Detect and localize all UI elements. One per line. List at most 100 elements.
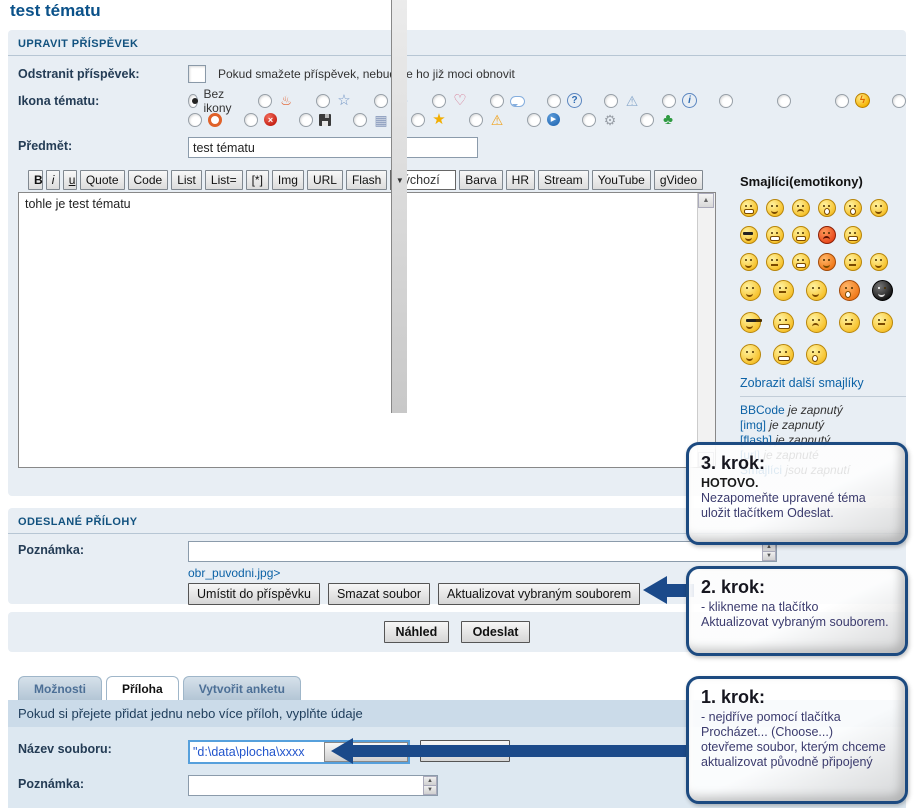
- tab-vytvořit-anketu[interactable]: Vytvořit anketu: [183, 676, 301, 700]
- scroll-up-icon[interactable]: ▲: [698, 193, 714, 208]
- smiley-bomb-icon[interactable]: [872, 280, 893, 301]
- radio-smiley-green[interactable]: [777, 94, 791, 108]
- smiley-inlove-icon[interactable]: [740, 344, 761, 365]
- attach-note-down-icon[interactable]: ▼: [423, 785, 437, 795]
- bbcode-img-button[interactable]: Img: [272, 170, 304, 190]
- topic-icon-option-flash[interactable]: [835, 93, 870, 108]
- smiley-blush-icon[interactable]: [839, 280, 860, 301]
- radio-play[interactable]: [527, 113, 541, 127]
- chevron-down-icon[interactable]: ▼: [391, 0, 407, 413]
- bbcode-code-button[interactable]: Code: [128, 170, 169, 190]
- radio-lifebuoy[interactable]: [188, 113, 202, 127]
- topic-icon-option-floppy[interactable]: [299, 113, 331, 127]
- topic-icon-option-smiley-wink[interactable]: [719, 93, 755, 109]
- font-style-select[interactable]: Výchozí▼: [390, 170, 456, 190]
- radio-cross[interactable]: [244, 113, 258, 127]
- bbcode-b-button[interactable]: B: [28, 170, 43, 190]
- smiley-biggrin-icon[interactable]: [740, 199, 758, 217]
- radio-fire[interactable]: [258, 94, 272, 108]
- update-file-button[interactable]: Aktualizovat vybraným souborem: [438, 583, 640, 605]
- radio-warning[interactable]: [469, 113, 483, 127]
- bbcode-u-button[interactable]: u: [63, 170, 77, 190]
- more-smilies-link[interactable]: Zobrazit další smajlíky: [740, 376, 906, 390]
- bbcode-url-button[interactable]: URL: [307, 170, 343, 190]
- bbcode-barva-button[interactable]: Barva: [459, 170, 502, 190]
- preview-button[interactable]: Náhled: [384, 621, 450, 643]
- radio-floppy[interactable]: [299, 113, 313, 127]
- submit-button[interactable]: Odeslat: [461, 621, 531, 643]
- message-editor[interactable]: tohle je test tématu ▲ ▼: [18, 192, 716, 468]
- radio-smiley-wink[interactable]: [719, 94, 733, 108]
- editor-scrollbar[interactable]: ▲ ▼: [697, 193, 715, 467]
- note-scroll-down-icon[interactable]: ▼: [762, 551, 776, 561]
- topic-icon-option-gear[interactable]: [582, 112, 618, 128]
- place-inline-button[interactable]: Umístit do příspěvku: [188, 583, 320, 605]
- smiley-worried-icon[interactable]: [806, 312, 827, 333]
- radio-gear[interactable]: [582, 113, 596, 127]
- smiley-redface-icon[interactable]: [740, 253, 758, 271]
- radio-no-icon[interactable]: [188, 94, 198, 108]
- bbcode-stream-button[interactable]: Stream: [538, 170, 589, 190]
- bbcode-hr-button[interactable]: HR: [506, 170, 535, 190]
- smiley-sad-icon[interactable]: [792, 199, 810, 217]
- smiley-mad-icon[interactable]: [818, 226, 836, 244]
- smiley-singing-icon[interactable]: [806, 344, 827, 365]
- radio-tree[interactable]: [640, 113, 654, 127]
- radio-question[interactable]: [547, 94, 561, 108]
- tab-příloha[interactable]: Příloha: [106, 676, 179, 700]
- radio-calendar[interactable]: [353, 113, 367, 127]
- subject-input[interactable]: [188, 137, 478, 158]
- smiley-robot-icon[interactable]: [740, 312, 761, 333]
- filename-input[interactable]: [190, 742, 324, 762]
- delete-post-checkbox[interactable]: [188, 65, 206, 83]
- smiley-neutral-icon[interactable]: [766, 253, 784, 271]
- smiley-bigsmile-icon[interactable]: [740, 280, 761, 301]
- topic-icon-option-fire[interactable]: [258, 93, 294, 109]
- topic-icon-option-none[interactable]: Bez ikony: [188, 87, 236, 115]
- smiley-lol-icon[interactable]: [766, 226, 784, 244]
- attachment-file-link[interactable]: obr_puvodni.jpg>: [188, 566, 280, 580]
- radio-info[interactable]: [662, 94, 676, 108]
- smiley-surprised-icon[interactable]: [818, 199, 836, 217]
- bbcode-i-button[interactable]: i: [46, 170, 60, 190]
- smiley-drummer-icon[interactable]: [792, 253, 810, 271]
- smiley-stare-icon[interactable]: [773, 280, 794, 301]
- topic-icon-option-star-gold[interactable]: [411, 112, 447, 128]
- bbcode-list=-button[interactable]: List=: [205, 170, 243, 190]
- topic-icon-option-warning[interactable]: [469, 112, 505, 128]
- attachment-note-input[interactable]: [188, 541, 777, 562]
- radio-trefoil[interactable]: [374, 94, 388, 108]
- bbcode-[*]-button[interactable]: [*]: [246, 170, 269, 190]
- radio-star-outline[interactable]: [316, 94, 330, 108]
- smiley-headphones-icon[interactable]: [792, 226, 810, 244]
- topic-icon-option-alert-outline[interactable]: [604, 93, 640, 109]
- radio-speech[interactable]: [490, 94, 504, 108]
- smiley-cool-icon[interactable]: [740, 226, 758, 244]
- bbcode-gvideo-button[interactable]: gVideo: [654, 170, 703, 190]
- attach-note-input[interactable]: [188, 775, 438, 796]
- delete-file-button[interactable]: Smazat soubor: [328, 583, 430, 605]
- topic-icon-option-speech[interactable]: [490, 94, 525, 108]
- smiley-wave-icon[interactable]: [806, 280, 827, 301]
- radio-flash[interactable]: [835, 94, 849, 108]
- radio-alert-outline[interactable]: [604, 94, 618, 108]
- smiley-thinking-icon[interactable]: [839, 312, 860, 333]
- topic-icon-option-tree[interactable]: [640, 112, 676, 128]
- smiley-rofl-icon[interactable]: [773, 312, 794, 333]
- radio-star-gold[interactable]: [411, 113, 425, 127]
- radio-syringe[interactable]: [892, 94, 906, 108]
- smiley-smile-icon[interactable]: [766, 199, 784, 217]
- topic-icon-option-question[interactable]: [547, 93, 582, 108]
- topic-icon-option-smiley-green[interactable]: [777, 93, 813, 109]
- smiley-sleepy-icon[interactable]: [844, 253, 862, 271]
- bbcode-flash-button[interactable]: Flash: [346, 170, 387, 190]
- smiley-eek-icon[interactable]: [844, 199, 862, 217]
- topic-icon-option-info[interactable]: [662, 93, 697, 108]
- smiley-razz-icon[interactable]: [844, 226, 862, 244]
- smiley-rolleyes-icon[interactable]: [872, 312, 893, 333]
- topic-icon-option-play[interactable]: [527, 113, 560, 127]
- topic-icon-option-cross[interactable]: [244, 113, 277, 127]
- smiley-toothy-icon[interactable]: [773, 344, 794, 365]
- bbcode-quote-button[interactable]: Quote: [80, 170, 125, 190]
- topic-icon-option-heart[interactable]: [432, 93, 468, 109]
